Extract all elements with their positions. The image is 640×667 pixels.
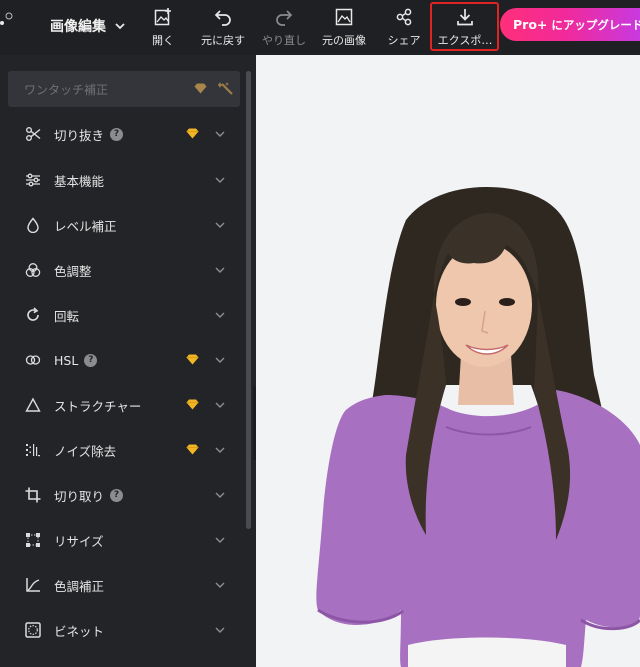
open-button[interactable]: 開く bbox=[148, 0, 178, 55]
redo-label: やり直し bbox=[262, 34, 306, 47]
menu-item-label: ストラクチャー bbox=[54, 398, 142, 414]
menu-item-label: 切り抜き bbox=[54, 127, 105, 143]
mode-label: 画像編集 bbox=[50, 19, 106, 35]
pro-prefix: Pro+ bbox=[513, 17, 548, 32]
panel-scrollbar[interactable] bbox=[246, 71, 251, 529]
triangle-icon bbox=[24, 396, 42, 414]
redo-button[interactable]: やり直し bbox=[260, 0, 308, 55]
menu-item-label: 回転 bbox=[54, 308, 80, 324]
menu-item-label: 色調補正 bbox=[54, 578, 105, 594]
chevron-down-icon bbox=[215, 312, 225, 318]
chevron-down-icon bbox=[215, 447, 225, 453]
chevron-down-icon bbox=[215, 177, 225, 183]
chevron-down-icon bbox=[215, 627, 225, 633]
diamond-icon bbox=[186, 354, 199, 365]
adjustments-panel: ワンタッチ補正 切り抜き? 基本機能 レベル補正 色調整 回転 HSL ? スト… bbox=[0, 55, 256, 667]
export-highlight-box bbox=[430, 2, 499, 51]
menu-item-vignette[interactable]: ビネット bbox=[0, 615, 240, 645]
hsl-icon bbox=[24, 351, 42, 369]
redo-icon bbox=[276, 10, 293, 26]
chevron-down-icon bbox=[215, 267, 225, 273]
chevron-down-icon bbox=[215, 402, 225, 408]
diamond-icon bbox=[194, 83, 207, 94]
undo-button[interactable]: 元に戻す bbox=[199, 0, 247, 55]
mode-dropdown[interactable]: 画像編集 bbox=[50, 15, 126, 37]
undo-icon bbox=[214, 10, 231, 26]
vignette-icon bbox=[24, 621, 42, 639]
noise-icon bbox=[24, 441, 42, 459]
open-label: 開く bbox=[152, 34, 174, 47]
chevron-down-icon bbox=[215, 537, 225, 543]
menu-item-resize[interactable]: リサイズ bbox=[0, 525, 240, 555]
diamond-icon bbox=[186, 399, 199, 410]
menu-item-cutout[interactable]: 切り抜き? bbox=[0, 119, 240, 149]
add-image-icon bbox=[154, 8, 171, 26]
scissors-icon bbox=[24, 125, 42, 143]
rotate-icon bbox=[24, 306, 42, 324]
resize-icon bbox=[24, 531, 42, 549]
upgrade-pro-button[interactable]: Pro+ にアップグレードする bbox=[500, 8, 640, 41]
droplet-icon bbox=[24, 216, 42, 234]
portrait-photo bbox=[316, 187, 640, 667]
diamond-icon bbox=[186, 444, 199, 455]
menu-item-label: ビネット bbox=[54, 623, 105, 639]
chevron-down-icon bbox=[215, 357, 225, 363]
share-icon bbox=[396, 8, 412, 26]
color-circles-icon bbox=[24, 261, 42, 279]
menu-item-levels[interactable]: レベル補正 bbox=[0, 210, 240, 240]
menu-item-label: 基本機能 bbox=[54, 173, 105, 189]
menu-item-label: 色調整 bbox=[54, 263, 92, 279]
original-image-button[interactable]: 元の画像 bbox=[320, 0, 368, 55]
chevron-down-icon bbox=[215, 131, 225, 137]
menu-item-basic[interactable]: 基本機能 bbox=[0, 165, 240, 195]
undo-label: 元に戻す bbox=[201, 34, 245, 47]
menu-item-label: レベル補正 bbox=[54, 218, 117, 234]
magic-wand-icon bbox=[218, 82, 233, 95]
menu-item-label: 切り取り bbox=[54, 488, 105, 504]
image-icon bbox=[335, 8, 353, 26]
crop-icon bbox=[24, 486, 42, 504]
chevron-down-icon bbox=[115, 23, 125, 30]
original-label: 元の画像 bbox=[322, 34, 366, 47]
help-icon[interactable]: ? bbox=[84, 353, 98, 367]
menu-item-hsl[interactable]: HSL? bbox=[0, 345, 240, 375]
menu-item-rotate[interactable]: 回転 bbox=[0, 300, 240, 330]
auto-fix-label: ワンタッチ補正 bbox=[24, 82, 109, 97]
menu-item-label: ノイズ除去 bbox=[54, 443, 117, 459]
curve-icon bbox=[24, 576, 42, 594]
chevron-down-icon bbox=[215, 582, 225, 588]
help-icon[interactable]: ? bbox=[110, 488, 124, 502]
logo-icon bbox=[0, 12, 13, 25]
menu-item-label: リサイズ bbox=[54, 533, 104, 549]
upgrade-label: にアップグレードする bbox=[551, 17, 640, 32]
menu-item-color[interactable]: 色調整 bbox=[0, 255, 240, 285]
menu-item-structure[interactable]: ストラクチャー bbox=[0, 390, 240, 420]
help-icon[interactable]: ? bbox=[110, 127, 124, 141]
auto-fix-button[interactable]: ワンタッチ補正 bbox=[8, 71, 240, 107]
menu-item-label: HSL bbox=[54, 352, 79, 368]
sliders-icon bbox=[24, 171, 42, 189]
chevron-down-icon bbox=[215, 222, 225, 228]
share-label: シェア bbox=[387, 34, 421, 47]
share-button[interactable]: シェア bbox=[386, 0, 422, 55]
top-toolbar: 画像編集 開く 元に戻す やり直し 元の画像 シェア エクスポ… Pro+ にア… bbox=[0, 0, 640, 55]
image-canvas[interactable] bbox=[256, 55, 640, 667]
menu-item-noise-reduction[interactable]: ノイズ除去 bbox=[0, 435, 240, 465]
menu-item-crop[interactable]: 切り取り? bbox=[0, 480, 240, 510]
chevron-down-icon bbox=[215, 492, 225, 498]
diamond-icon bbox=[186, 128, 199, 139]
menu-item-color-correction[interactable]: 色調補正 bbox=[0, 570, 240, 600]
